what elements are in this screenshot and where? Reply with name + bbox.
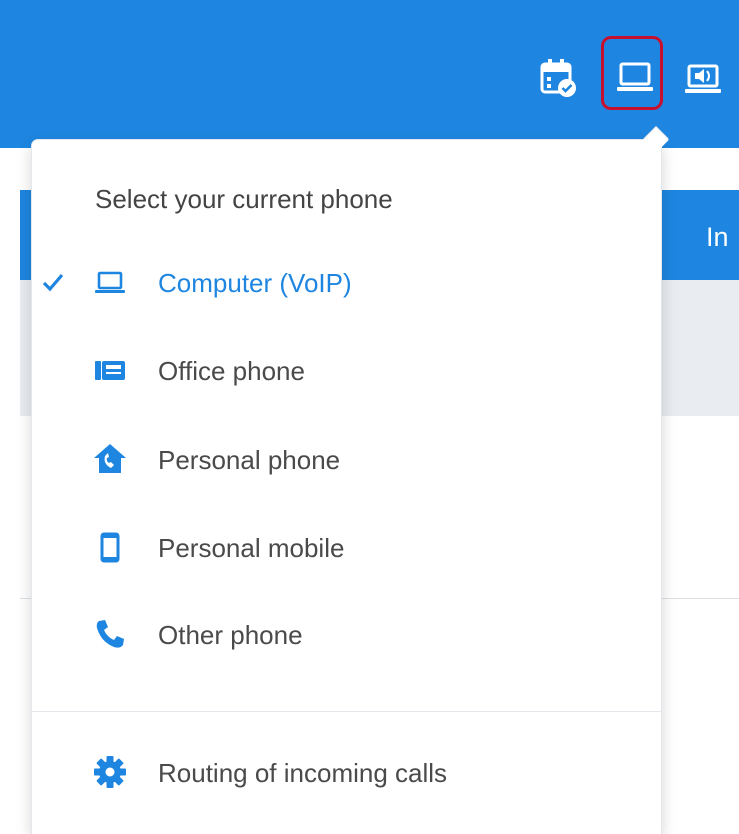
speaker-icon[interactable]: [683, 58, 723, 98]
top-bar: [0, 0, 739, 148]
office-phone-icon: [92, 352, 128, 388]
phone-option-office-phone[interactable]: Office phone: [32, 335, 661, 405]
dropdown-divider: [32, 711, 661, 712]
gear-icon: [92, 754, 128, 790]
checkmark-icon: [42, 273, 64, 292]
laptop-icon: [617, 62, 653, 91]
mobile-icon: [92, 529, 128, 565]
routing-label: Routing of incoming calls: [158, 758, 448, 788]
phone-option-label: Computer (VoIP): [158, 268, 352, 298]
phone-option-computer-voip[interactable]: Computer (VoIP): [32, 247, 661, 317]
phone-option-personal-mobile[interactable]: Personal mobile: [32, 512, 661, 582]
phone-option-other-phone[interactable]: Other phone: [32, 599, 661, 669]
phone-handset-icon: [92, 616, 128, 652]
home-phone-icon: [92, 441, 128, 477]
computer-voip-button[interactable]: [601, 36, 663, 110]
background-band-text: In: [706, 222, 729, 252]
phone-option-label: Personal mobile: [158, 533, 345, 563]
laptop-icon: [92, 264, 128, 300]
phone-option-personal-phone[interactable]: Personal phone: [32, 424, 661, 494]
phone-option-label: Personal phone: [158, 445, 341, 475]
calendar-check-icon[interactable]: [538, 58, 578, 98]
phone-option-label: Office phone: [158, 356, 305, 386]
phone-option-label: Other phone: [158, 620, 303, 650]
routing-incoming-calls-item[interactable]: Routing of incoming calls: [32, 737, 661, 807]
dropdown-header: Select your current phone: [95, 184, 393, 214]
phone-select-dropdown: Select your current phone Computer (VoIP…: [32, 127, 669, 834]
